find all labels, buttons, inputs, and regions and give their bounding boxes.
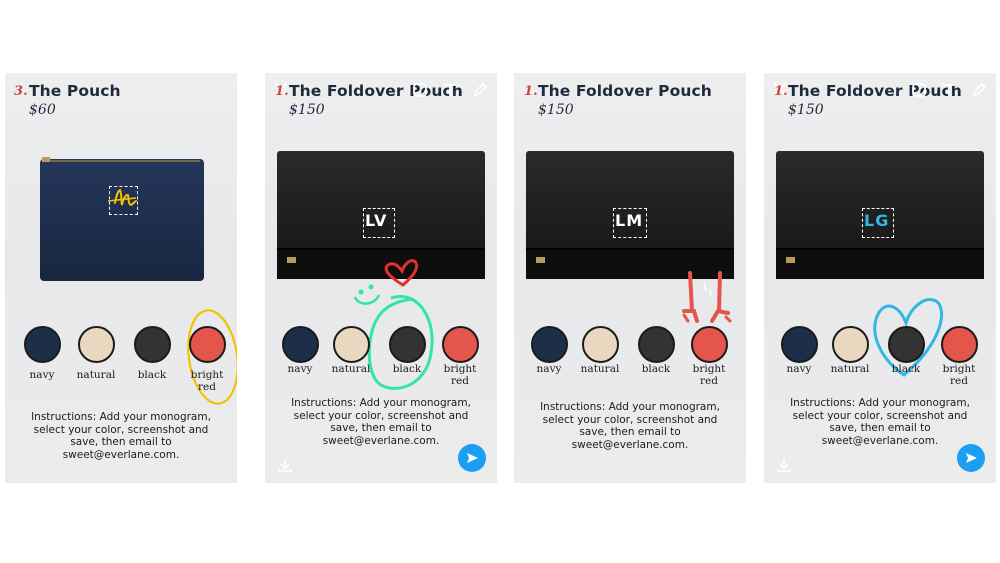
monogram-box[interactable] (109, 186, 138, 215)
swatch-bright-red[interactable] (941, 326, 978, 363)
swatch-navy[interactable] (781, 326, 818, 363)
pouch-image (40, 157, 204, 281)
product-title: 3. The Pouch (14, 82, 121, 100)
product-number: 3. (14, 84, 28, 99)
product-price: $150 (788, 102, 824, 118)
text-icon[interactable] (441, 81, 459, 99)
product-title-text: The Foldover Pouch (538, 82, 712, 100)
send-button[interactable] (458, 444, 486, 472)
product-number: 1. (275, 84, 289, 99)
label-bright-red: bright red (443, 363, 477, 387)
snap-toolbar (411, 81, 489, 99)
instructions-text: Instructions: Add your monogram, select … (31, 411, 211, 461)
swatch-black[interactable] (134, 326, 171, 363)
swatch-navy[interactable] (282, 326, 319, 363)
label-bright-red: bright red (190, 369, 224, 393)
product-price: $150 (538, 102, 574, 118)
snap-panel-pouch: 3. The Pouch $60 navy natural black brig… (5, 73, 237, 483)
sticker-icon[interactable] (910, 81, 928, 99)
sticker-icon[interactable] (411, 81, 429, 99)
product-number: 1. (524, 84, 538, 99)
send-icon (467, 453, 478, 463)
swatch-natural[interactable] (78, 326, 115, 363)
product-price: $150 (289, 102, 325, 118)
snap-panel-foldover-lg: 1. The Foldover Pouch $150 LG navy natur (764, 73, 996, 483)
product-title-text: The Pouch (29, 82, 121, 100)
label-bright-red: bright red (692, 363, 726, 387)
snap-panel-foldover-lm: 1. The Foldover Pouch $150 LM navy natur… (514, 73, 746, 483)
download-icon[interactable] (776, 457, 792, 473)
swatch-black[interactable] (638, 326, 675, 363)
swatch-natural[interactable] (333, 326, 370, 363)
download-icon[interactable] (277, 457, 293, 473)
swatch-bright-red[interactable] (691, 326, 728, 363)
label-navy: navy (29, 369, 55, 381)
label-bright-red: bright red (942, 363, 976, 387)
swatch-black[interactable] (389, 326, 426, 363)
instructions-text: Instructions: Add your monogram, select … (291, 397, 471, 447)
snap-toolbar (910, 81, 988, 99)
product-title: 1. The Foldover Pouch (524, 82, 712, 100)
text-icon[interactable] (940, 81, 958, 99)
monogram-text: LM (615, 211, 644, 230)
label-black: black (891, 363, 921, 375)
swatch-bright-red[interactable] (442, 326, 479, 363)
swatch-navy[interactable] (531, 326, 568, 363)
label-natural: natural (331, 363, 371, 375)
product-number: 1. (774, 84, 788, 99)
instructions-text: Instructions: Add your monogram, select … (540, 401, 720, 451)
monogram-text: LG (864, 211, 890, 230)
swatch-natural[interactable] (832, 326, 869, 363)
label-black: black (137, 369, 167, 381)
swatch-black[interactable] (888, 326, 925, 363)
label-natural: natural (830, 363, 870, 375)
monogram-text: LV (365, 211, 388, 230)
send-button[interactable] (957, 444, 985, 472)
product-price: $60 (29, 102, 56, 118)
pencil-icon[interactable] (970, 81, 988, 99)
label-natural: natural (76, 369, 116, 381)
label-natural: natural (580, 363, 620, 375)
label-black: black (392, 363, 422, 375)
snap-panel-foldover-lv: 1. The Foldover Pouch $150 LV navy natur… (265, 73, 497, 483)
instructions-text: Instructions: Add your monogram, select … (790, 397, 970, 447)
swatch-natural[interactable] (582, 326, 619, 363)
pencil-icon[interactable] (471, 81, 489, 99)
swatch-navy[interactable] (24, 326, 61, 363)
label-black: black (641, 363, 671, 375)
swatch-bright-red[interactable] (189, 326, 226, 363)
send-icon (966, 453, 977, 463)
